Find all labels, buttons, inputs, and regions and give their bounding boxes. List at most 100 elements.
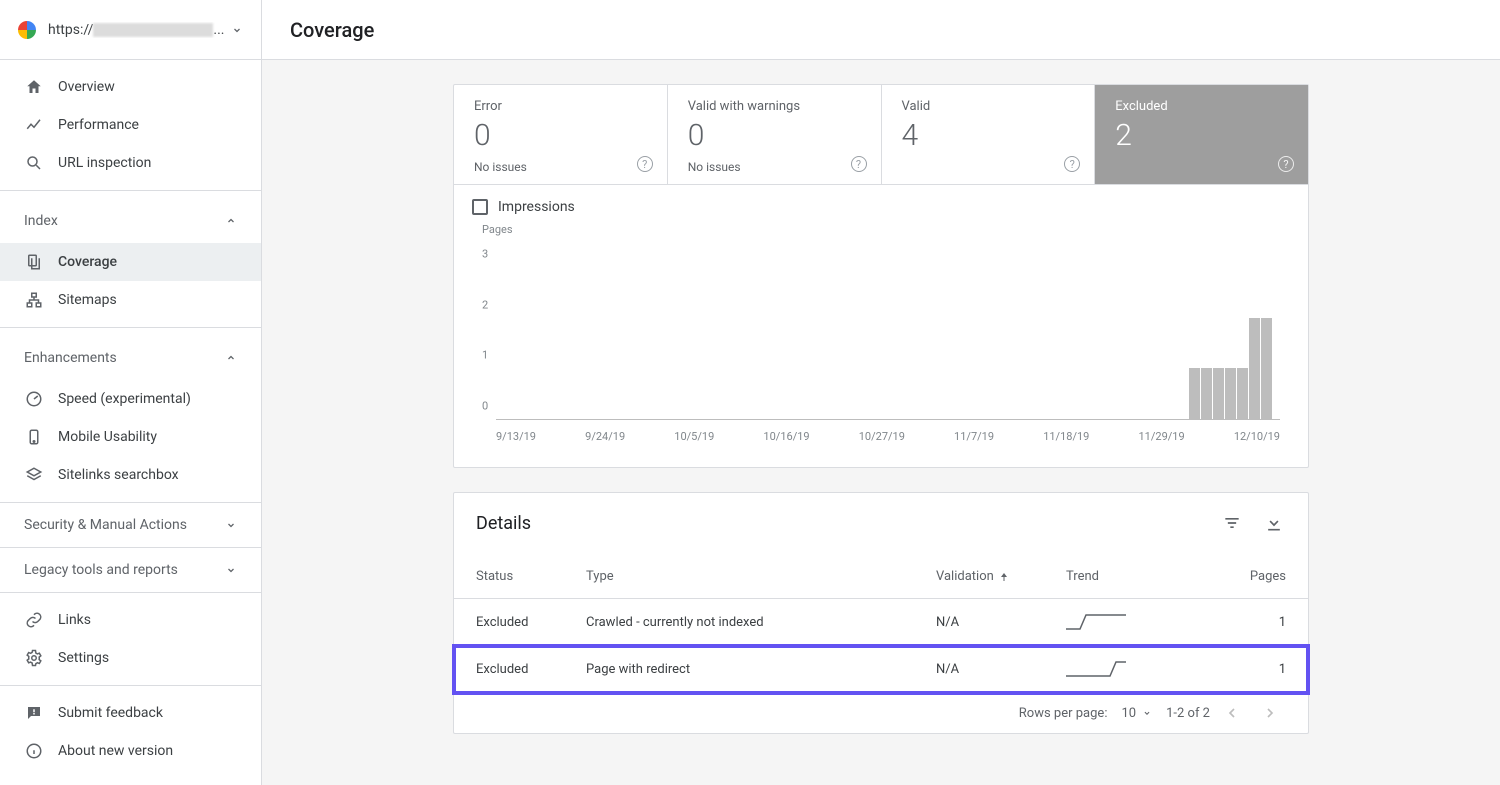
nav-header-enhancements[interactable]: Enhancements xyxy=(0,336,261,380)
col-validation[interactable]: Validation xyxy=(936,569,1066,584)
sidebar-item-feedback[interactable]: Submit feedback xyxy=(0,694,261,732)
nav-label: Coverage xyxy=(58,254,117,270)
stat-tabs: Error 0 No issues ? Valid with warnings … xyxy=(454,85,1308,185)
nav-header-legacy[interactable]: Legacy tools and reports xyxy=(0,548,261,592)
nav-label: Speed (experimental) xyxy=(58,391,191,407)
sidebar-item-overview[interactable]: Overview xyxy=(0,68,261,106)
chevron-up-icon xyxy=(225,215,237,227)
stat-tab-valid[interactable]: Valid 4 ? xyxy=(882,85,1096,184)
nav-section-footer: Submit feedback About new version xyxy=(0,686,261,778)
home-icon xyxy=(24,78,44,96)
nav-label: Overview xyxy=(58,79,115,95)
search-icon xyxy=(24,154,44,172)
chart-bar xyxy=(1261,318,1272,419)
trend-sparkline xyxy=(1066,660,1126,678)
sitemap-icon xyxy=(24,291,44,309)
y-tick: 3 xyxy=(482,248,488,261)
chevron-down-icon xyxy=(225,564,237,576)
nav-section-legacy: Legacy tools and reports xyxy=(0,548,261,593)
x-tick: 10/27/19 xyxy=(859,430,905,443)
nav-label: Performance xyxy=(58,117,139,133)
content: Error 0 No issues ? Valid with warnings … xyxy=(262,60,1500,785)
sidebar-item-settings[interactable]: Settings xyxy=(0,639,261,677)
x-tick: 11/18/19 xyxy=(1043,430,1089,443)
details-title: Details xyxy=(476,513,531,534)
download-button[interactable] xyxy=(1262,511,1286,535)
pager-next[interactable] xyxy=(1262,705,1286,721)
feedback-icon xyxy=(24,704,44,722)
nav-section-bottom: Links Settings xyxy=(0,593,261,686)
help-icon[interactable]: ? xyxy=(851,156,867,172)
col-trend[interactable]: Trend xyxy=(1066,569,1206,584)
table-row[interactable]: Excluded Crawled - currently not indexed… xyxy=(454,599,1308,646)
layers-icon xyxy=(24,466,44,484)
table-row[interactable]: Excluded Page with redirect N/A 1 xyxy=(454,646,1308,693)
pager-prev[interactable] xyxy=(1224,705,1248,721)
nav-label: Sitelinks searchbox xyxy=(58,467,179,483)
property-url: https://... xyxy=(48,22,224,38)
page-title: Coverage xyxy=(290,18,374,42)
property-selector[interactable]: https://... xyxy=(0,0,261,60)
x-tick: 9/24/19 xyxy=(585,430,625,443)
chart-bar xyxy=(1237,368,1248,419)
nav-section-main: Overview Performance URL inspection xyxy=(0,60,261,191)
details-table: Status Type Validation Trend Pages xyxy=(454,555,1308,693)
chart-area: Pages 0123 9/13/199/24/1910/5/1910/16/19… xyxy=(454,219,1308,467)
help-icon[interactable]: ? xyxy=(1064,156,1080,172)
help-icon[interactable]: ? xyxy=(1278,156,1294,172)
stat-tab-error[interactable]: Error 0 No issues ? xyxy=(454,85,668,184)
impressions-checkbox[interactable] xyxy=(472,199,488,215)
sidebar-item-about[interactable]: About new version xyxy=(0,732,261,770)
stat-tab-excluded[interactable]: Excluded 2 ? xyxy=(1095,85,1308,184)
chevron-down-icon xyxy=(225,519,237,531)
chart-x-labels: 9/13/199/24/1910/5/1910/16/1910/27/1911/… xyxy=(496,430,1280,443)
nav-label: Settings xyxy=(58,650,109,666)
globe-icon xyxy=(18,21,36,39)
chart-ylabel: Pages xyxy=(482,223,1280,236)
sidebar-item-sitemaps[interactable]: Sitemaps xyxy=(0,281,261,319)
table-header: Status Type Validation Trend Pages xyxy=(454,555,1308,599)
pager-range: 1-2 of 2 xyxy=(1166,706,1210,721)
rows-per-page-select[interactable]: 10 xyxy=(1121,706,1152,721)
filter-button[interactable] xyxy=(1220,511,1244,535)
sidebar-item-speed[interactable]: Speed (experimental) xyxy=(0,380,261,418)
help-icon[interactable]: ? xyxy=(637,156,653,172)
sidebar-item-url-inspection[interactable]: URL inspection xyxy=(0,144,261,182)
x-tick: 10/5/19 xyxy=(674,430,714,443)
chart-bar xyxy=(1213,368,1224,419)
sidebar-item-links[interactable]: Links xyxy=(0,601,261,639)
col-pages[interactable]: Pages xyxy=(1206,569,1286,584)
chart-bar xyxy=(1189,368,1200,419)
nav-header-index[interactable]: Index xyxy=(0,199,261,243)
chart-controls: Impressions xyxy=(454,185,1308,219)
info-icon xyxy=(24,742,44,760)
trend-sparkline xyxy=(1066,613,1126,631)
chart-bar xyxy=(1225,368,1236,419)
topbar: Coverage xyxy=(262,0,1500,60)
main: Coverage Error 0 No issues ? Valid with … xyxy=(262,0,1500,785)
x-tick: 11/7/19 xyxy=(954,430,994,443)
sidebar-item-mobile-usability[interactable]: Mobile Usability xyxy=(0,418,261,456)
link-icon xyxy=(24,611,44,629)
stat-tab-valid-warnings[interactable]: Valid with warnings 0 No issues ? xyxy=(668,85,882,184)
sort-asc-icon xyxy=(998,571,1010,583)
nav-header-security[interactable]: Security & Manual Actions xyxy=(0,503,261,547)
pages-icon xyxy=(24,253,44,271)
nav-section-enhancements: Enhancements Speed (experimental) Mobile… xyxy=(0,328,261,503)
sidebar-item-coverage[interactable]: Coverage xyxy=(0,243,261,281)
gauge-icon xyxy=(24,390,44,408)
coverage-card: Error 0 No issues ? Valid with warnings … xyxy=(453,84,1309,468)
chevron-up-icon xyxy=(225,352,237,364)
sidebar-item-performance[interactable]: Performance xyxy=(0,106,261,144)
pager-label: Rows per page: xyxy=(1019,706,1108,721)
trend-icon xyxy=(24,116,44,134)
impressions-label: Impressions xyxy=(498,199,575,215)
mobile-icon xyxy=(24,428,44,446)
sidebar: https://... Overview Performance xyxy=(0,0,262,785)
x-tick: 9/13/19 xyxy=(496,430,536,443)
col-status[interactable]: Status xyxy=(476,569,586,584)
sidebar-item-sitelinks-searchbox[interactable]: Sitelinks searchbox xyxy=(0,456,261,494)
col-type[interactable]: Type xyxy=(586,569,936,584)
nav-label: Sitemaps xyxy=(58,292,117,308)
y-tick: 0 xyxy=(482,400,488,413)
